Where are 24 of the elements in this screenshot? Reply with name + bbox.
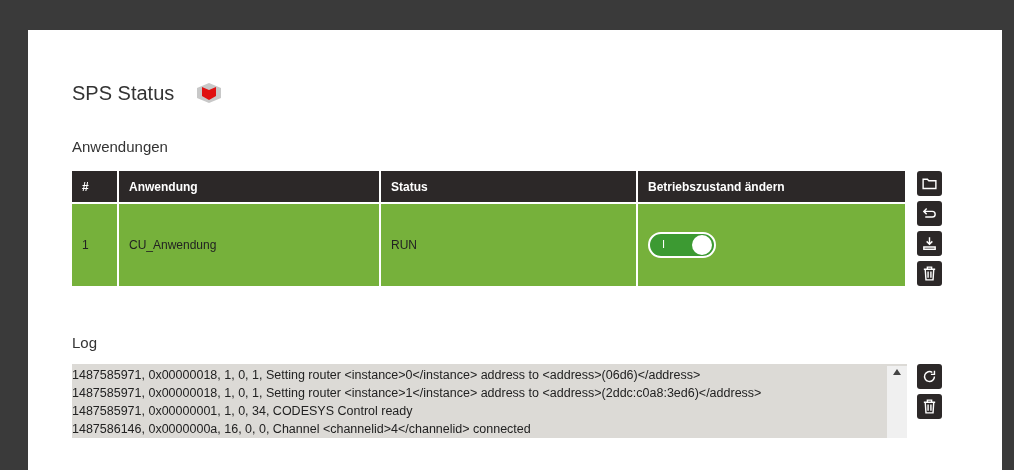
toggle-switch[interactable]: I (648, 232, 716, 258)
column-header: Anwendung (118, 171, 380, 203)
section-heading: Anwendungen (72, 138, 169, 155)
log-line: 1487585971, 0x00000018, 1, 0, 1, Setting router <instance>0</instance> address to <address>(06d6)</address> (72, 367, 702, 384)
trash-icon[interactable] (917, 394, 942, 419)
log-line: 1487585971, 0x00000001, 1, 0, 34, CODESYS Control ready (72, 403, 414, 420)
table-cell: CU_Anwendung (118, 203, 380, 286)
column-header: Status (380, 171, 637, 203)
cube-icon (196, 82, 223, 104)
log-line: 1487586146, 0x0000000a, 16, 0, 0, Channel <channelid>4</channelid> connected (72, 421, 532, 438)
section-heading: Log (72, 334, 99, 351)
download-icon[interactable] (917, 231, 942, 256)
log-line: 1487585971, 0x00000018, 1, 0, 1, Setting router <instance>1</instance> address to <address>(2ddc:c0a8:3ed6)</address> (72, 385, 763, 402)
column-header: Betriebszustand ändern (637, 171, 906, 203)
refresh-icon[interactable] (917, 364, 942, 389)
undo-icon[interactable] (917, 201, 942, 226)
trash-icon[interactable] (917, 261, 942, 286)
column-header: # (72, 171, 118, 203)
toggle-label: I (662, 238, 666, 250)
table-cell: RUN (380, 203, 637, 286)
scroll-up-icon[interactable] (893, 369, 901, 375)
folder-icon[interactable] (917, 171, 942, 196)
table-cell: 1 (72, 203, 118, 286)
page-title: SPS Status (72, 81, 175, 105)
